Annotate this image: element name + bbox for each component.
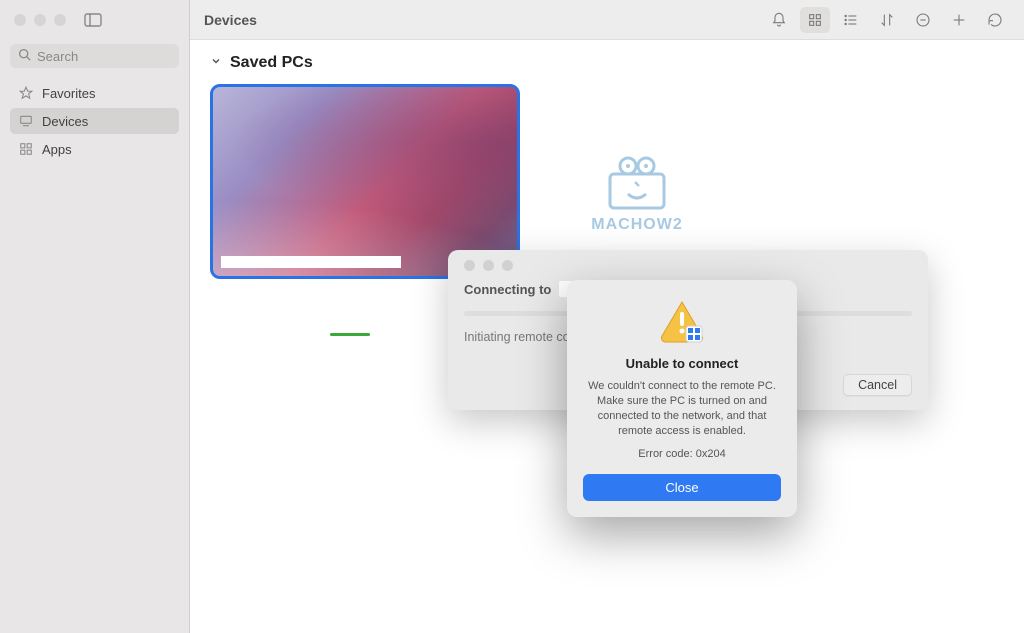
- dialog-body: We couldn't connect to the remote PC. Ma…: [583, 379, 781, 438]
- cancel-button[interactable]: Cancel: [843, 374, 912, 396]
- dialog-title: Unable to connect: [583, 356, 781, 371]
- sheet-zoom-button[interactable]: [502, 260, 513, 271]
- close-button[interactable]: Close: [583, 474, 781, 501]
- sidebar: Search Favorites Devices Apps: [0, 0, 190, 633]
- sheet-close-button[interactable]: [464, 260, 475, 271]
- search-input[interactable]: Search: [10, 44, 179, 68]
- sort-button[interactable]: [872, 7, 902, 33]
- error-dialog: Unable to connect We couldn't connect to…: [567, 280, 797, 517]
- sidebar-item-label: Apps: [42, 142, 72, 157]
- sheet-traffic-lights: [464, 260, 912, 271]
- zoom-window-button[interactable]: [54, 14, 66, 26]
- grid-view-button[interactable]: [800, 7, 830, 33]
- toolbar: Devices: [190, 0, 1024, 40]
- sidebar-list: Favorites Devices Apps: [0, 76, 189, 166]
- dialog-error-code: Error code: 0x204: [583, 448, 781, 460]
- pc-name-label: [221, 256, 401, 268]
- sidebar-item-label: Favorites: [42, 86, 95, 101]
- search-container: Search: [0, 40, 189, 76]
- card-indicator: [330, 333, 370, 336]
- display-icon: [18, 113, 34, 129]
- traffic-lights: [14, 14, 66, 26]
- page-title: Devices: [204, 12, 257, 28]
- warning-icon: [658, 298, 706, 346]
- sidebar-item-devices[interactable]: Devices: [10, 108, 179, 134]
- search-icon: [18, 48, 31, 64]
- notifications-button[interactable]: [764, 7, 794, 33]
- refresh-button[interactable]: [980, 7, 1010, 33]
- sidebar-toggle-icon[interactable]: [84, 13, 102, 27]
- chevron-down-icon: [210, 54, 222, 72]
- close-window-button[interactable]: [14, 14, 26, 26]
- section-header[interactable]: Saved PCs: [210, 54, 1004, 72]
- sidebar-item-label: Devices: [42, 114, 88, 129]
- section-title: Saved PCs: [230, 54, 313, 72]
- connecting-label: Connecting to: [464, 282, 551, 297]
- add-button[interactable]: [944, 7, 974, 33]
- filter-button[interactable]: [908, 7, 938, 33]
- minimize-window-button[interactable]: [34, 14, 46, 26]
- titlebar: [0, 0, 189, 40]
- sheet-minimize-button[interactable]: [483, 260, 494, 271]
- star-icon: [18, 85, 34, 101]
- search-placeholder: Search: [37, 49, 78, 64]
- sidebar-item-apps[interactable]: Apps: [10, 136, 179, 162]
- sidebar-item-favorites[interactable]: Favorites: [10, 80, 179, 106]
- list-view-button[interactable]: [836, 7, 866, 33]
- grid-icon: [18, 141, 34, 157]
